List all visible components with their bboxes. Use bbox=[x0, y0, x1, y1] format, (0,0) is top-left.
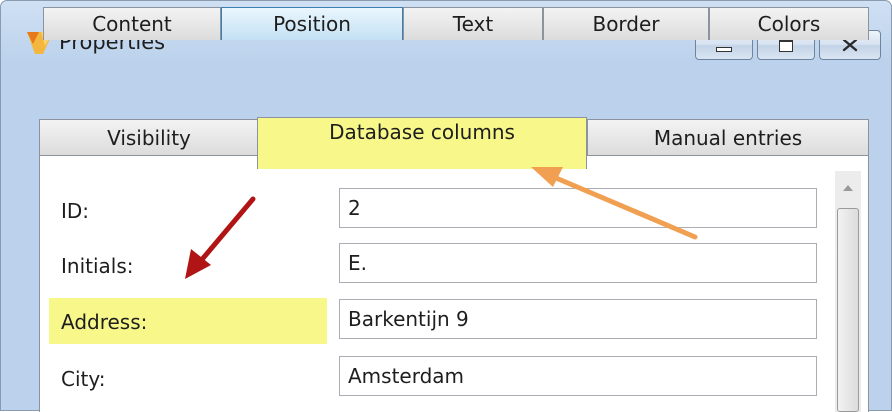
annotation-arrows bbox=[185, 167, 698, 279]
orange-arrow-icon bbox=[531, 167, 698, 240]
properties-window: Properties Content Position Text Border … bbox=[0, 0, 892, 412]
red-arrow-icon bbox=[185, 196, 256, 279]
